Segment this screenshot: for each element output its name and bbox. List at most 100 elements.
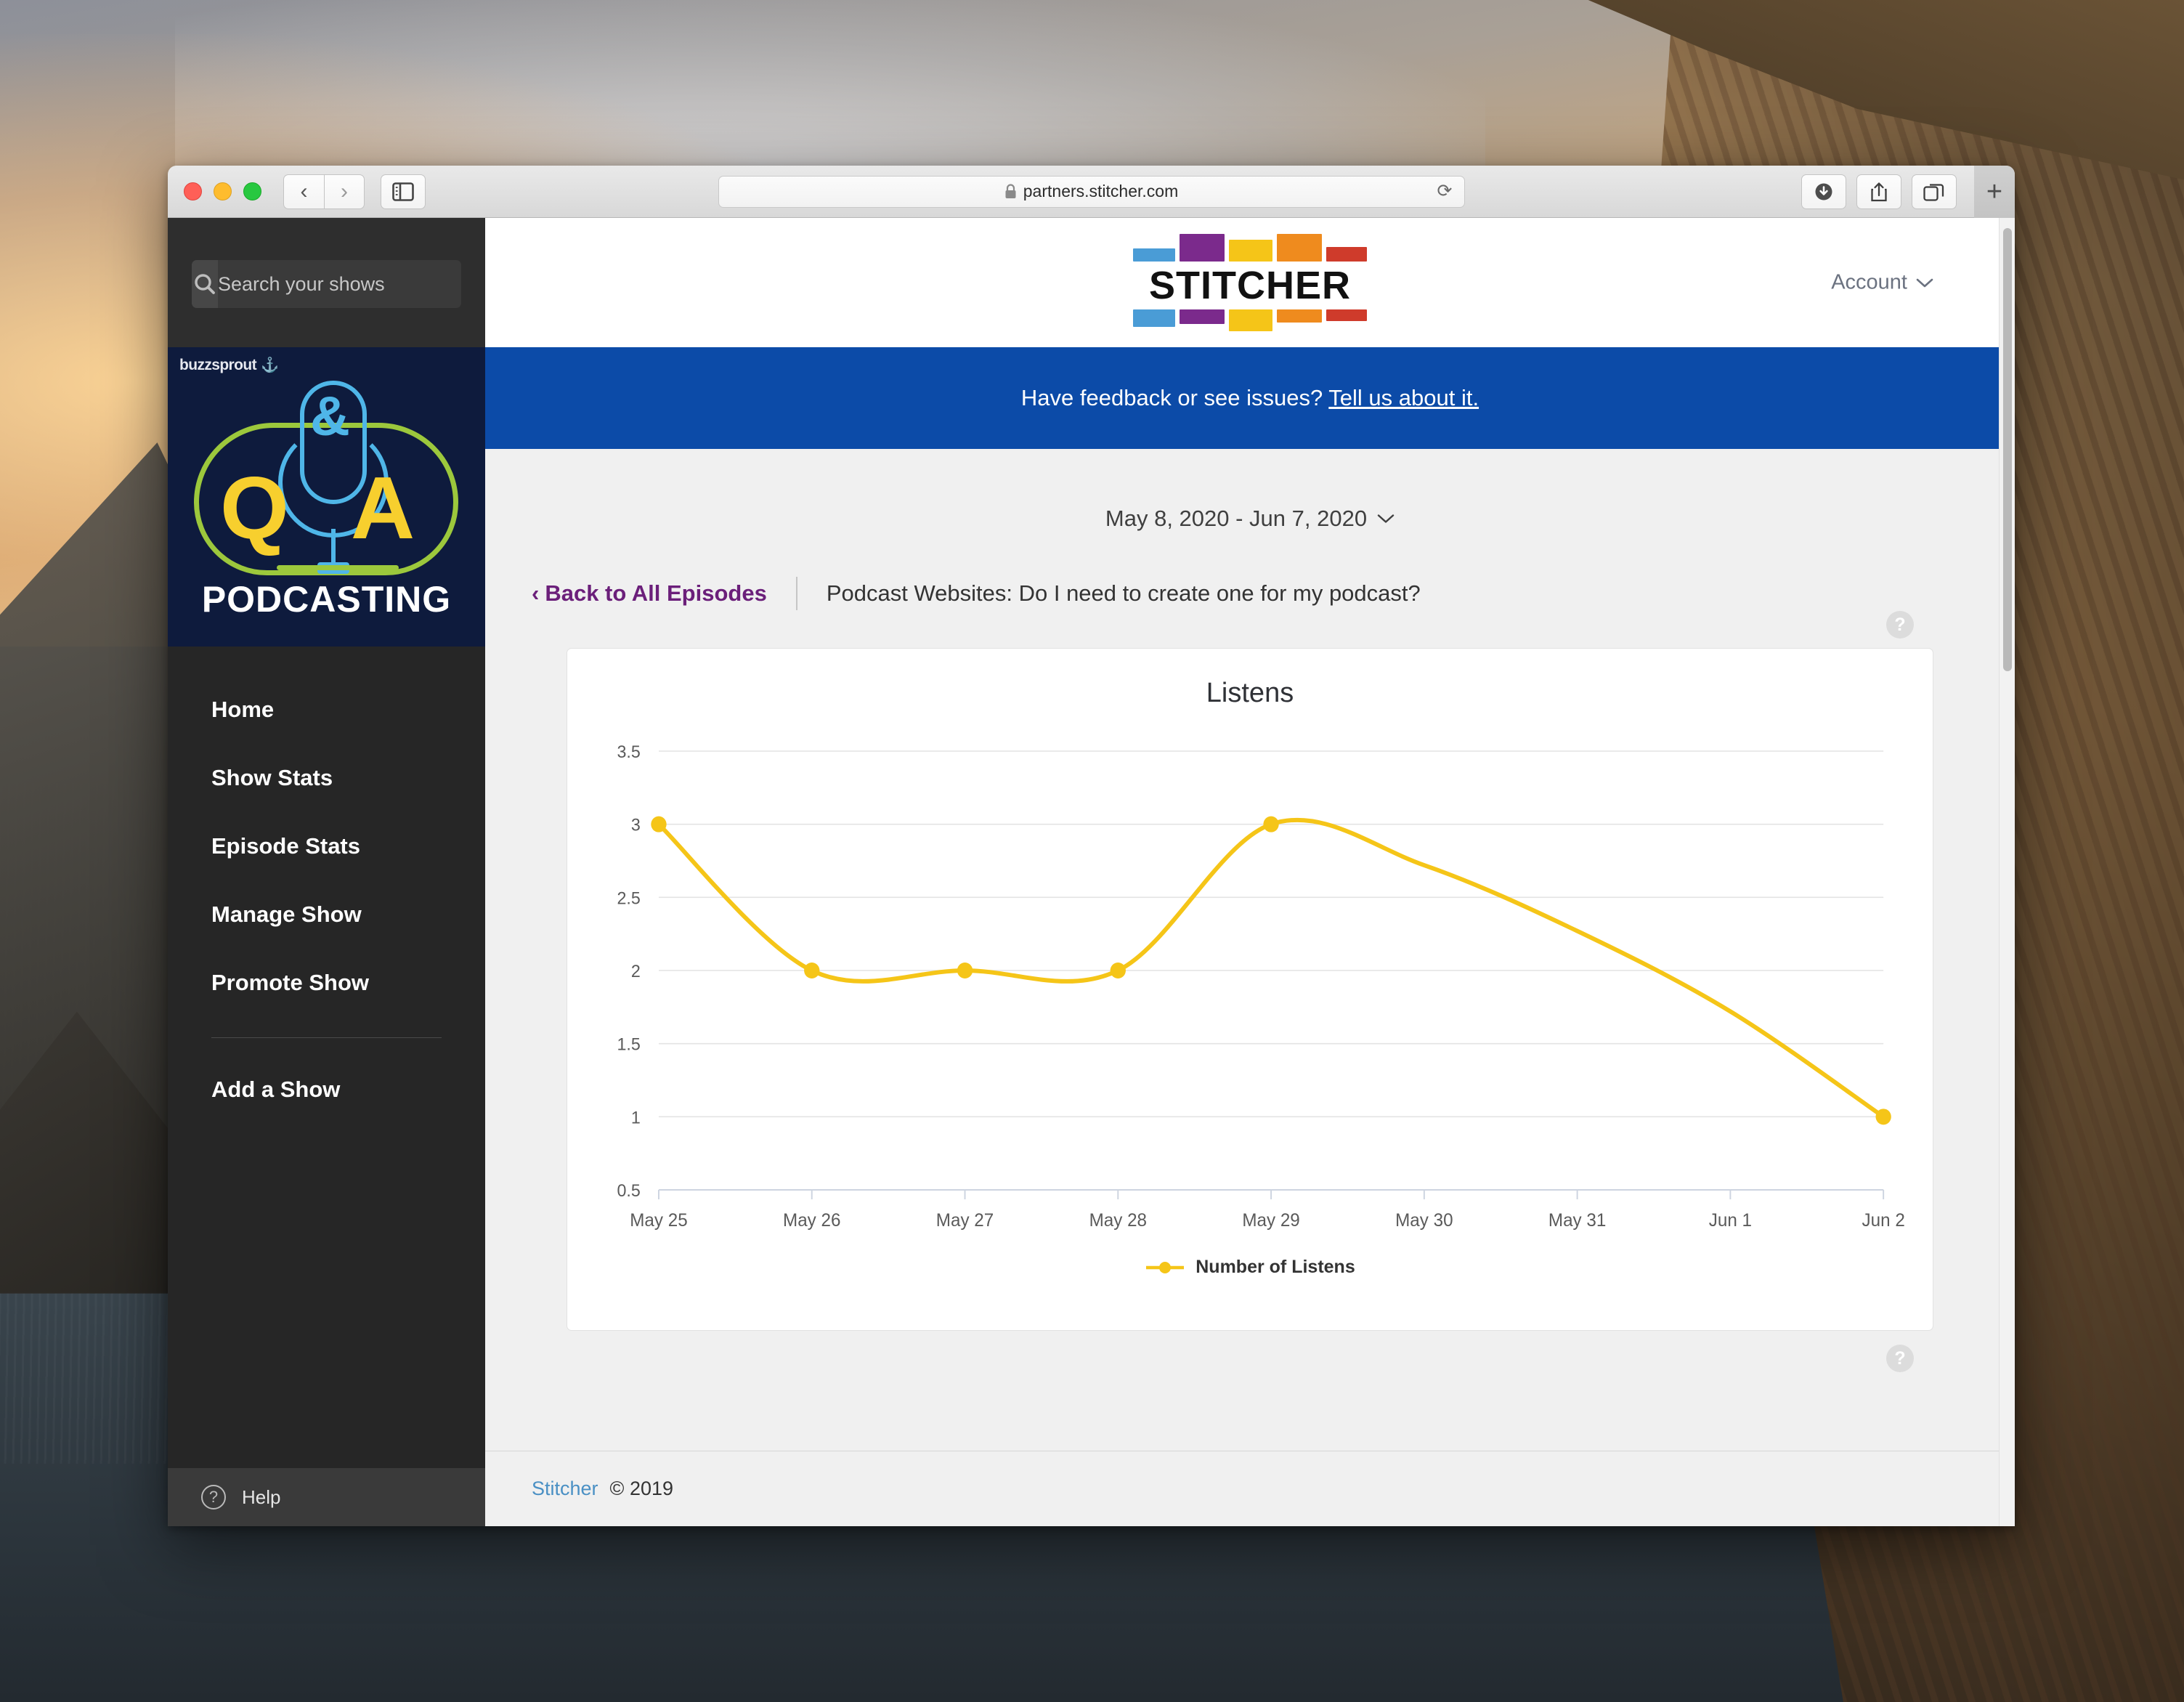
artwork-cord bbox=[277, 565, 399, 570]
artwork-letter-a: A bbox=[351, 458, 415, 557]
artwork-mic-stem bbox=[331, 529, 336, 567]
feedback-banner: Have feedback or see issues? Tell us abo… bbox=[485, 347, 2015, 449]
banner-feedback-link[interactable]: Tell us about it. bbox=[1328, 385, 1479, 410]
chart-title: Listens bbox=[1206, 678, 1294, 708]
help-label: Help bbox=[242, 1486, 281, 1508]
safari-browser-window: ‹ › partners.stitcher.com ⟳ + Search you… bbox=[168, 166, 2015, 1526]
date-range-label: May 8, 2020 - Jun 7, 2020 bbox=[1105, 506, 1368, 531]
chart-help-icon[interactable]: ? bbox=[1886, 611, 1914, 639]
page-scrollbar[interactable] bbox=[1999, 218, 2015, 1526]
logo-bar-yellow-2 bbox=[1229, 309, 1272, 332]
sidebar-item-promote-show[interactable]: Promote Show bbox=[168, 949, 485, 1017]
logo-bars-bottom bbox=[1133, 309, 1367, 332]
svg-text:2: 2 bbox=[631, 963, 641, 981]
logo-bar-blue bbox=[1133, 248, 1175, 262]
legend-marker-icon bbox=[1146, 1261, 1185, 1273]
svg-text:Jun 1: Jun 1 bbox=[1709, 1211, 1752, 1231]
chart-svg: 0.5 1 1.5 2 2.5 3 3.5 May 25 May 26 May 27 May 28 M… bbox=[617, 743, 1905, 1231]
chart-legend: Number of Listens bbox=[567, 1257, 1933, 1278]
svg-text:2.5: 2.5 bbox=[617, 889, 640, 908]
date-range-selector[interactable]: May 8, 2020 - Jun 7, 2020 bbox=[485, 449, 2015, 532]
minimize-window-button[interactable] bbox=[214, 182, 232, 200]
svg-text:1.5: 1.5 bbox=[617, 1035, 640, 1054]
stitcher-logo[interactable]: STITCHER bbox=[1133, 233, 1367, 332]
show-sidebar-button[interactable] bbox=[381, 174, 426, 209]
downloads-icon bbox=[1815, 183, 1832, 200]
page-content: May 8, 2020 - Jun 7, 2020 ‹ Back to All … bbox=[485, 449, 2015, 1526]
logo-bar-red-2 bbox=[1326, 309, 1367, 322]
artwork-letter-q: Q bbox=[220, 458, 289, 557]
svg-text:1: 1 bbox=[631, 1109, 641, 1127]
svg-text:May 30: May 30 bbox=[1395, 1211, 1453, 1231]
scrollbar-thumb[interactable] bbox=[2003, 228, 2012, 671]
account-label: Account bbox=[1831, 270, 1907, 294]
browser-titlebar: ‹ › partners.stitcher.com ⟳ + bbox=[168, 166, 2015, 218]
question-circle-icon: ? bbox=[201, 1485, 226, 1509]
footer-stitcher-link[interactable]: Stitcher bbox=[532, 1478, 598, 1500]
sprout-icon: ⚓ bbox=[260, 357, 279, 373]
site-header: STITCHER Account bbox=[485, 218, 2015, 347]
back-button[interactable]: ‹ bbox=[283, 174, 324, 209]
browser-toolbar-right: + bbox=[1801, 166, 2015, 218]
sidebar-search-area bbox=[168, 218, 485, 347]
share-button[interactable] bbox=[1856, 174, 1901, 209]
svg-text:May 31: May 31 bbox=[1548, 1211, 1606, 1231]
logo-bars-top bbox=[1133, 233, 1367, 262]
sidebar-item-add-a-show[interactable]: Add a Show bbox=[168, 1055, 485, 1124]
search-icon bbox=[195, 274, 215, 294]
search-box[interactable] bbox=[192, 260, 461, 308]
logo-bar-blue-2 bbox=[1133, 309, 1175, 328]
chevron-down-icon bbox=[1916, 278, 1933, 287]
artwork-title: PODCASTING bbox=[201, 579, 452, 620]
back-label: Back to All Episodes bbox=[545, 580, 767, 606]
page-title: Podcast Websites: Do I need to create on… bbox=[826, 580, 1421, 606]
banner-message: Have feedback or see issues? bbox=[1020, 385, 1323, 410]
page-footer: Stitcher © 2019 bbox=[485, 1451, 2015, 1526]
sidebar-nav: Home Show Stats Episode Stats Manage Sho… bbox=[168, 647, 485, 1468]
url-text: partners.stitcher.com bbox=[1023, 182, 1179, 200]
sidebar-item-home[interactable]: Home bbox=[168, 676, 485, 744]
sidebar-item-manage-show[interactable]: Manage Show bbox=[168, 880, 485, 949]
tab-overview-icon bbox=[1923, 183, 1944, 201]
sidebar-item-help[interactable]: ? Help bbox=[168, 1468, 485, 1526]
svg-text:3: 3 bbox=[631, 816, 641, 835]
sidebar-item-show-stats[interactable]: Show Stats bbox=[168, 744, 485, 812]
artwork-ampersand: & bbox=[310, 386, 350, 447]
downloads-button[interactable] bbox=[1801, 174, 1846, 209]
reload-icon[interactable]: ⟳ bbox=[1437, 182, 1453, 200]
logo-bar-purple-2 bbox=[1180, 309, 1225, 325]
svg-text:3.5: 3.5 bbox=[617, 743, 640, 762]
maximize-window-button[interactable] bbox=[243, 182, 261, 200]
logo-bar-red bbox=[1326, 246, 1367, 262]
svg-text:Jun 2: Jun 2 bbox=[1862, 1211, 1905, 1231]
show-artwork[interactable]: buzzsprout ⚓ & Q A PODCASTING bbox=[168, 347, 485, 647]
banner-text: Have feedback or see issues? Tell us abo… bbox=[1021, 385, 1479, 411]
url-display: partners.stitcher.com bbox=[1004, 182, 1178, 201]
svg-text:May 28: May 28 bbox=[1089, 1211, 1147, 1231]
logo-bar-yellow bbox=[1229, 239, 1272, 262]
back-chevron-icon: ‹ bbox=[300, 179, 308, 203]
footer-copyright: © 2019 bbox=[609, 1478, 674, 1499]
account-menu[interactable]: Account bbox=[1831, 271, 1933, 295]
logo-bar-purple bbox=[1180, 233, 1225, 262]
logo-bar-orange-2 bbox=[1277, 309, 1322, 323]
svg-text:May 26: May 26 bbox=[783, 1211, 840, 1231]
forward-button[interactable]: › bbox=[324, 174, 365, 209]
sidebar-item-episode-stats[interactable]: Episode Stats bbox=[168, 812, 485, 880]
new-tab-button[interactable]: + bbox=[1974, 166, 2015, 218]
close-window-button[interactable] bbox=[184, 182, 202, 200]
chart-help-icon-secondary[interactable]: ? bbox=[1886, 1345, 1914, 1372]
breadcrumb-separator bbox=[795, 577, 797, 610]
address-bar[interactable]: partners.stitcher.com ⟳ bbox=[718, 175, 1465, 208]
search-icon-container bbox=[192, 260, 218, 308]
sidebar-divider bbox=[211, 1037, 442, 1038]
breadcrumb: ‹ Back to All Episodes Podcast Websites:… bbox=[485, 532, 2015, 610]
back-to-all-episodes-link[interactable]: ‹ Back to All Episodes bbox=[532, 580, 767, 607]
plus-icon: + bbox=[1986, 176, 2003, 207]
share-icon bbox=[1871, 182, 1887, 201]
navigation-buttons: ‹ › bbox=[283, 174, 365, 209]
search-input[interactable] bbox=[218, 272, 461, 296]
buzzsprout-watermark: buzzsprout ⚓ bbox=[179, 356, 279, 374]
main-content: STITCHER Account Have feedback or see is… bbox=[485, 218, 2015, 1526]
tab-overview-button[interactable] bbox=[1912, 174, 1957, 209]
